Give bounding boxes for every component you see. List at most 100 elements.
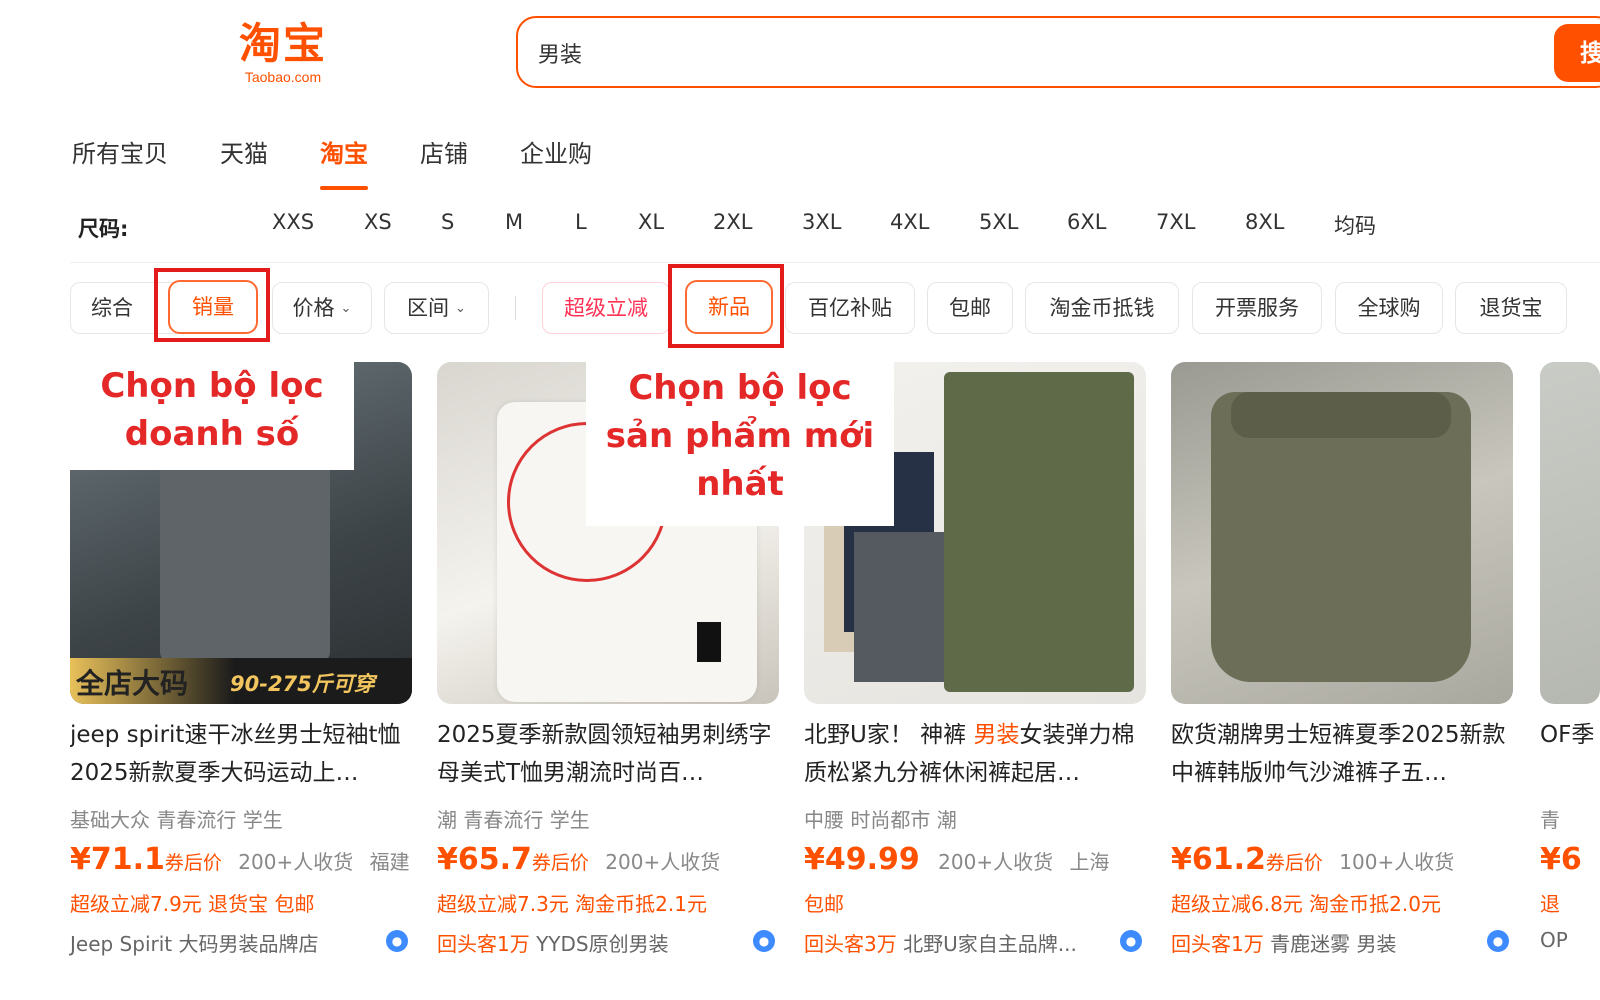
shop-info[interactable]: Jeep Spirit 大码男装品牌店 ●: [70, 928, 412, 957]
shop-info[interactable]: 回头客1万 YYDS原创男装 ●: [437, 928, 779, 957]
shop-name[interactable]: 青鹿迷雾 男装: [1264, 932, 1396, 956]
filter-global-purchase[interactable]: 全球购: [1335, 282, 1443, 334]
logo-english: Taobao.com: [244, 69, 322, 85]
size-option-8xl[interactable]: 8XL: [1245, 210, 1284, 234]
filter-invoice-service[interactable]: 开票服务: [1192, 282, 1322, 334]
banner-subtext: 90-275斤可穿: [230, 672, 375, 696]
size-option-one-size[interactable]: 均码: [1334, 210, 1376, 240]
price-suffix: 券后价: [1265, 852, 1323, 874]
taobao-logo[interactable]: 淘宝 Taobao.com: [228, 18, 338, 88]
tab-enterprise[interactable]: 企业购: [520, 134, 592, 190]
price-line: ¥65.7券后价 200+人收货: [437, 842, 720, 877]
repeat-customers: 回头客1万: [1171, 932, 1264, 956]
product-title[interactable]: OF季: [1540, 716, 1600, 794]
filter-ten-billion-subsidy-label: 百亿补贴: [808, 296, 892, 320]
product-tags: 基础大众 青春流行 学生: [70, 808, 283, 832]
product-title[interactable]: jeep spirit速干冰丝男士短袖t恤2025新款夏季大码运动上…: [70, 716, 412, 794]
filter-free-shipping[interactable]: 包邮: [927, 282, 1013, 334]
price-line: ¥61.2券后价 100+人收货: [1171, 842, 1454, 877]
sort-default-label: 综合: [91, 296, 133, 320]
filter-return-insurance-label: 退货宝: [1479, 296, 1543, 320]
product-banner: 全店大码 90-275斤可穿: [70, 658, 412, 704]
price-range-dropdown[interactable]: 区间 ⌄: [384, 282, 489, 334]
tab-all-items[interactable]: 所有宝贝: [72, 134, 168, 190]
size-option-6xl[interactable]: 6XL: [1067, 210, 1106, 234]
tab-taobao[interactable]: 淘宝: [320, 134, 368, 190]
size-option-4xl[interactable]: 4XL: [890, 210, 929, 234]
filter-invoice-label: 开票服务: [1215, 296, 1299, 320]
shop-info[interactable]: 回头客3万 北野U家自主品牌... ●: [804, 928, 1146, 957]
product-image[interactable]: [1171, 362, 1513, 704]
category-tabs: 所有宝贝 天猫 淘宝 店铺 企业购: [72, 134, 644, 194]
search-bar: 搜: [516, 16, 1600, 88]
product-tags: 青: [1540, 808, 1560, 832]
product-price: ¥61.2: [1171, 842, 1266, 877]
product-card-partial[interactable]: OF季 青 ¥6 退 OP: [1540, 362, 1600, 972]
size-option-s[interactable]: S: [441, 210, 454, 234]
chat-icon[interactable]: ●: [1487, 930, 1509, 952]
size-option-m[interactable]: M: [505, 210, 523, 234]
size-option-xs[interactable]: XS: [364, 210, 392, 234]
search-input[interactable]: [538, 36, 1438, 70]
size-option-xl[interactable]: XL: [638, 210, 664, 234]
filter-return-insurance[interactable]: 退货宝: [1455, 282, 1567, 334]
tab-shops[interactable]: 店铺: [420, 134, 468, 190]
filter-taojinbi-discount[interactable]: 淘金币抵钱: [1025, 282, 1179, 334]
sort-price-dropdown[interactable]: 价格 ⌄: [272, 282, 372, 334]
chat-icon[interactable]: ●: [753, 930, 775, 952]
size-option-2xl[interactable]: 2XL: [713, 210, 752, 234]
shop-name[interactable]: Jeep Spirit 大码男装品牌店: [70, 932, 319, 956]
product-price: ¥65.7: [437, 842, 532, 877]
promo-tags: 超级立减7.3元 淘金币抵2.1元: [437, 892, 707, 916]
size-option-3xl[interactable]: 3XL: [802, 210, 841, 234]
shop-name[interactable]: 北野U家自主品牌...: [897, 932, 1077, 956]
filter-super-discount[interactable]: 超级立减: [542, 282, 670, 334]
size-option-7xl[interactable]: 7XL: [1156, 210, 1195, 234]
filter-global-purchase-label: 全球购: [1357, 296, 1421, 320]
chevron-down-icon: ⌄: [455, 301, 466, 316]
annotation-line: nhất: [696, 464, 784, 504]
annotation-line: Chọn bộ lọc: [100, 366, 324, 406]
product-image[interactable]: [1540, 362, 1600, 704]
promo-tags: 包邮: [804, 892, 844, 916]
size-filter-row: 尺码:: [78, 208, 278, 248]
label-tag: [697, 622, 721, 662]
product-card[interactable]: 欧货潮牌男士短裤夏季2025新款中裤韩版帅气沙滩裤子五… ¥61.2券后价 10…: [1171, 362, 1513, 956]
shop-name[interactable]: YYDS原创男装: [530, 932, 669, 956]
sort-price-label: 价格: [292, 296, 335, 320]
search-button[interactable]: 搜: [1554, 24, 1600, 82]
sold-count: 200+人收货: [605, 850, 721, 874]
filter-taojinbi-label: 淘金币抵钱: [1049, 296, 1155, 320]
product-price: ¥71.1: [70, 842, 165, 877]
size-label: 尺码:: [78, 217, 129, 241]
tab-tmall[interactable]: 天猫: [220, 134, 268, 190]
filter-ten-billion-subsidy[interactable]: 百亿补贴: [785, 282, 915, 334]
title-part: 北野U家！ 神裤: [804, 722, 974, 748]
shop-info[interactable]: 回头客1万 青鹿迷雾 男装 ●: [1171, 928, 1513, 957]
product-title[interactable]: 北野U家！ 神裤 男装女装弹力棉质松紧九分裤休闲裤起居…: [804, 716, 1146, 794]
price-line: ¥6: [1540, 842, 1582, 877]
annotation-line: sản phẩm mới: [605, 416, 875, 456]
product-tags: 潮 青春流行 学生: [437, 808, 590, 832]
divider: [70, 262, 1600, 263]
annotation-new-filter: Chọn bộ lọc sản phẩm mới nhất: [586, 362, 894, 526]
annotation-sales-filter: Chọn bộ lọc doanh số: [70, 356, 354, 470]
chat-icon[interactable]: ●: [1120, 930, 1142, 952]
shop-name[interactable]: OP: [1540, 928, 1600, 952]
size-option-l[interactable]: L: [575, 210, 587, 234]
chevron-down-icon: ⌄: [340, 301, 352, 316]
chat-icon[interactable]: ●: [386, 930, 408, 952]
ship-location: 上海: [1069, 850, 1110, 874]
product-title[interactable]: 欧货潮牌男士短裤夏季2025新款中裤韩版帅气沙滩裤子五…: [1171, 716, 1513, 794]
sold-count: 200+人收货: [938, 850, 1054, 874]
annotation-line: Chọn bộ lọc: [628, 368, 852, 408]
product-price: ¥6: [1540, 842, 1582, 877]
product-title[interactable]: 2025夏季新款圆领短袖男刺绣字母美式T恤男潮流时尚百…: [437, 716, 779, 794]
price-line: ¥71.1券后价 200+人收货 福建: [70, 842, 410, 877]
waistband: [1231, 392, 1451, 438]
size-option-xxs[interactable]: XXS: [272, 210, 314, 234]
size-option-5xl[interactable]: 5XL: [979, 210, 1018, 234]
filter-free-shipping-label: 包邮: [949, 296, 991, 320]
sold-count: 200+人收货: [238, 850, 354, 874]
annotation-line: doanh số: [124, 414, 300, 454]
